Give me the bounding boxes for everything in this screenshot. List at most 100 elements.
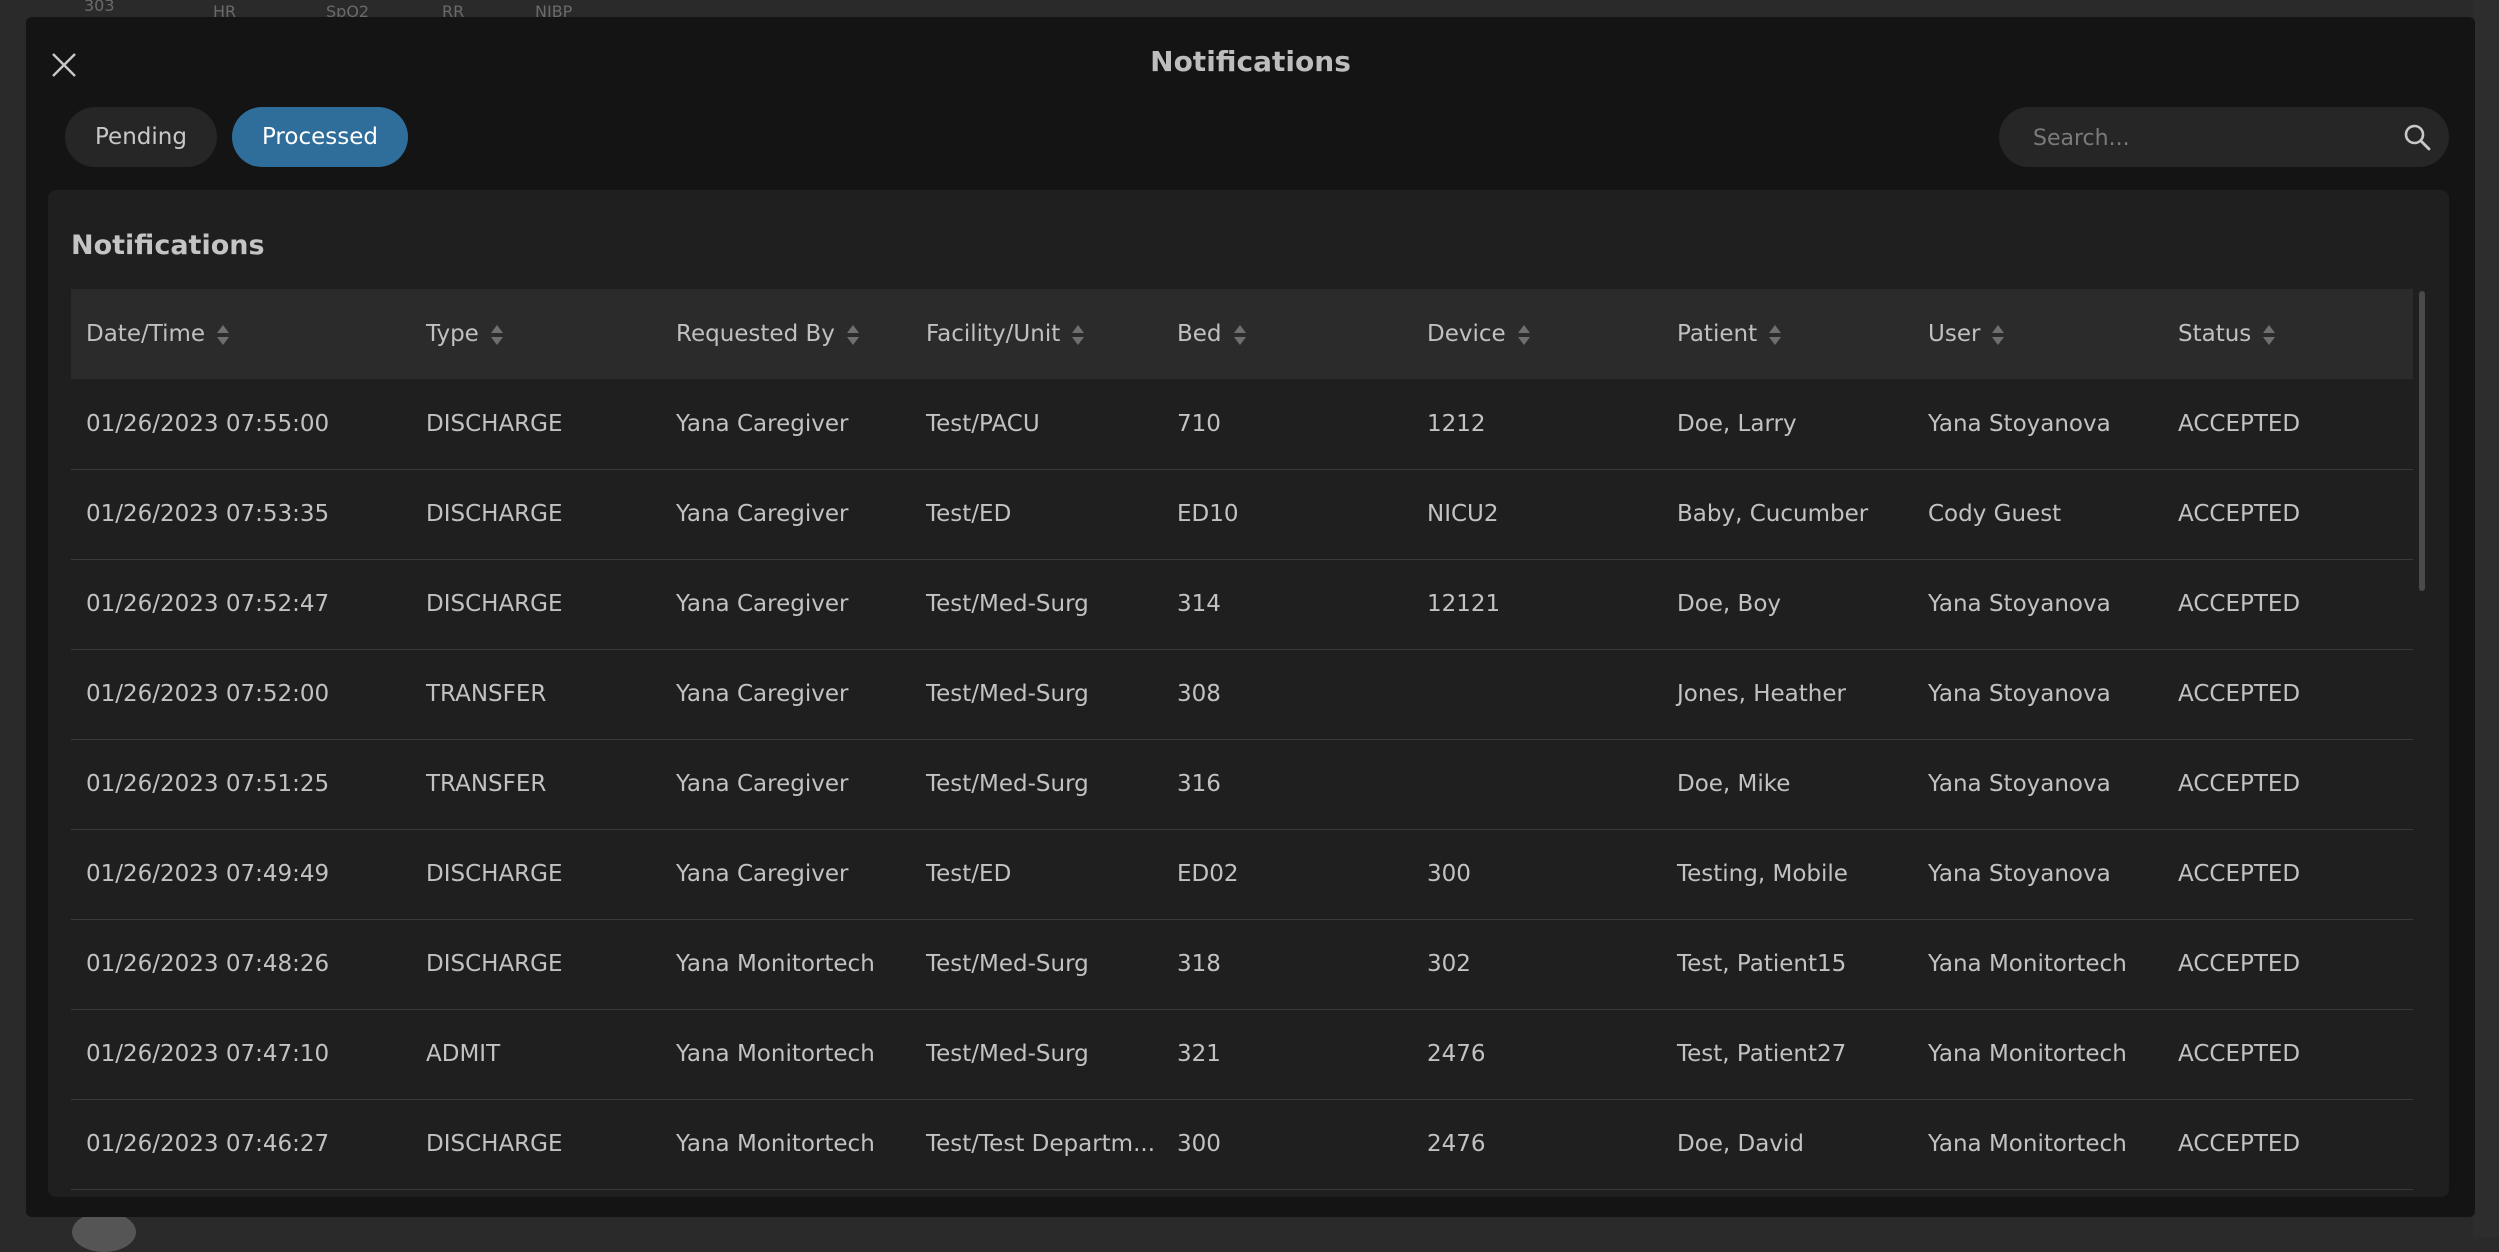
cell-facility-unit: Test/Med-Surg xyxy=(926,681,1089,707)
cell-user: Yana Stoyanova xyxy=(1928,771,2111,797)
cell-requested-by: Yana Monitortech xyxy=(676,1131,875,1157)
column-header-requested-by[interactable]: Requested By xyxy=(661,289,911,379)
column-header-device[interactable]: Device xyxy=(1412,289,1662,379)
background-right-edge xyxy=(2473,0,2499,1237)
sort-icon[interactable] xyxy=(217,324,230,346)
table-row[interactable]: 01/26/2023 07:46:27 DISCHARGE Yana Monit… xyxy=(71,1099,2413,1189)
tab-processed[interactable]: Processed xyxy=(231,107,408,167)
sort-icon[interactable] xyxy=(490,324,503,346)
cell-type: DISCHARGE xyxy=(426,591,563,617)
cell-datetime: 01/26/2023 07:46:27 xyxy=(86,1131,330,1157)
table-row[interactable]: 01/26/2023 07:53:35 DISCHARGE Yana Careg… xyxy=(71,469,2413,559)
sort-icon[interactable] xyxy=(1769,324,1782,346)
cell-datetime: 01/26/2023 07:49:49 xyxy=(86,861,330,887)
cell-requested-by: Yana Caregiver xyxy=(676,681,849,707)
cell-facility-unit: Test/Med-Surg xyxy=(926,951,1089,977)
column-header-label: User xyxy=(1928,321,1981,347)
column-header-type[interactable]: Type xyxy=(411,289,661,379)
cell-requested-by: Yana Monitortech xyxy=(676,951,875,977)
cell-patient: Test, Patient27 xyxy=(1677,1041,1847,1067)
cell-requested-by: Yana Caregiver xyxy=(676,861,849,887)
column-header-status[interactable]: Status xyxy=(2163,289,2413,379)
cell-device xyxy=(1412,649,1662,739)
cell-requested-by: Yana Caregiver xyxy=(676,410,849,437)
cell-bed: ED10 xyxy=(1177,501,1239,527)
cell-bed: 308 xyxy=(1177,681,1221,707)
cell-device: NICU2 xyxy=(1427,501,1499,527)
cell-facility-unit: Test/Test Departm... xyxy=(926,1131,1156,1157)
cell-datetime: 01/26/2023 07:48:26 xyxy=(86,951,330,977)
cell-bed: 318 xyxy=(1177,951,1221,977)
cell-bed: 300 xyxy=(1177,1131,1221,1157)
panel-title: Notifications xyxy=(71,230,265,261)
column-header-facility-unit[interactable]: Facility/Unit xyxy=(911,289,1162,379)
search-icon[interactable] xyxy=(2403,123,2431,151)
cell-bed: ED02 xyxy=(1177,861,1239,887)
column-header-label: Requested By xyxy=(676,321,835,347)
cell-type: TRANSFER xyxy=(426,771,547,797)
table-row[interactable]: 01/26/2023 07:55:00 DISCHARGE Yana Careg… xyxy=(71,379,2413,469)
cell-type: TRANSFER xyxy=(426,681,547,707)
sort-icon[interactable] xyxy=(1072,324,1085,346)
modal-title: Notifications xyxy=(1150,45,1351,78)
table-row[interactable]: 01/26/2023 07:48:26 DISCHARGE Yana Monit… xyxy=(71,919,2413,1009)
sort-icon[interactable] xyxy=(846,324,859,346)
cell-type: DISCHARGE xyxy=(426,1131,563,1157)
background-bed-number: 303 xyxy=(84,0,115,15)
notifications-modal: Notifications Pending Processed Notifica… xyxy=(26,17,2475,1217)
cell-status: ACCEPTED xyxy=(2178,591,2301,617)
cell-type: DISCHARGE xyxy=(426,410,563,437)
cell-device xyxy=(1412,739,1662,829)
sort-icon[interactable] xyxy=(1233,324,1246,346)
table-scrollbar-thumb[interactable] xyxy=(2419,291,2425,591)
cell-patient: Jones, Heather xyxy=(1677,681,1846,707)
table-row[interactable]: 01/26/2023 07:51:25 TRANSFER Yana Caregi… xyxy=(71,739,2413,829)
cell-device: 300 xyxy=(1427,861,1471,887)
column-header-label: Device xyxy=(1427,321,1506,347)
cell-requested-by: Yana Monitortech xyxy=(676,1041,875,1067)
cell-user: Cody Guest xyxy=(1928,501,2062,527)
cell-status: ACCEPTED xyxy=(2178,1041,2301,1067)
notifications-table: Date/Time Type Requested By Facility/Uni… xyxy=(71,289,2413,1190)
search-input[interactable] xyxy=(2031,107,2375,169)
table-row[interactable]: 01/26/2023 07:52:47 DISCHARGE Yana Careg… xyxy=(71,559,2413,649)
cell-patient: Testing, Mobile xyxy=(1677,861,1848,887)
cell-device: 12121 xyxy=(1427,591,1501,617)
cell-status: ACCEPTED xyxy=(2178,951,2301,977)
cell-status: ACCEPTED xyxy=(2178,771,2301,797)
cell-patient: Test, Patient15 xyxy=(1677,951,1847,977)
cell-user: Yana Stoyanova xyxy=(1928,410,2111,437)
cell-facility-unit: Test/ED xyxy=(926,501,1012,527)
notifications-panel: Notifications Date/Time Type Requested B… xyxy=(48,190,2449,1197)
cell-requested-by: Yana Caregiver xyxy=(676,771,849,797)
cell-patient: Doe, David xyxy=(1677,1131,1804,1157)
column-header-datetime[interactable]: Date/Time xyxy=(71,289,411,379)
search-box xyxy=(1999,107,2449,169)
cell-patient: Doe, Mike xyxy=(1677,771,1791,797)
sort-icon[interactable] xyxy=(1517,324,1530,346)
cell-user: Yana Stoyanova xyxy=(1928,861,2111,887)
column-header-user[interactable]: User xyxy=(1913,289,2163,379)
sort-icon[interactable] xyxy=(1992,324,2005,346)
table-row[interactable]: 01/26/2023 07:52:00 TRANSFER Yana Caregi… xyxy=(71,649,2413,739)
tab-pending[interactable]: Pending xyxy=(65,107,217,167)
cell-device: 1212 xyxy=(1427,410,1486,437)
sort-icon[interactable] xyxy=(2263,324,2276,346)
column-header-bed[interactable]: Bed xyxy=(1162,289,1412,379)
cell-facility-unit: Test/Med-Surg xyxy=(926,1041,1089,1067)
cell-datetime: 01/26/2023 07:55:00 xyxy=(86,410,330,437)
cell-facility-unit: Test/PACU xyxy=(926,410,1040,437)
cell-datetime: 01/26/2023 07:47:10 xyxy=(86,1041,330,1067)
table-row[interactable]: 01/26/2023 07:47:10 ADMIT Yana Monitorte… xyxy=(71,1009,2413,1099)
cell-user: Yana Stoyanova xyxy=(1928,591,2111,617)
column-header-label: Date/Time xyxy=(86,321,206,347)
cell-datetime: 01/26/2023 07:52:00 xyxy=(86,681,330,707)
table-header-row: Date/Time Type Requested By Facility/Uni… xyxy=(71,289,2413,379)
column-header-patient[interactable]: Patient xyxy=(1662,289,1913,379)
cell-user: Yana Stoyanova xyxy=(1928,681,2111,707)
cell-status: ACCEPTED xyxy=(2178,1131,2301,1157)
notifications-table-container: Date/Time Type Requested By Facility/Uni… xyxy=(71,289,2413,1197)
table-row[interactable]: 01/26/2023 07:49:49 DISCHARGE Yana Careg… xyxy=(71,829,2413,919)
cell-type: ADMIT xyxy=(426,1041,501,1067)
cell-datetime: 01/26/2023 07:51:25 xyxy=(86,771,330,797)
